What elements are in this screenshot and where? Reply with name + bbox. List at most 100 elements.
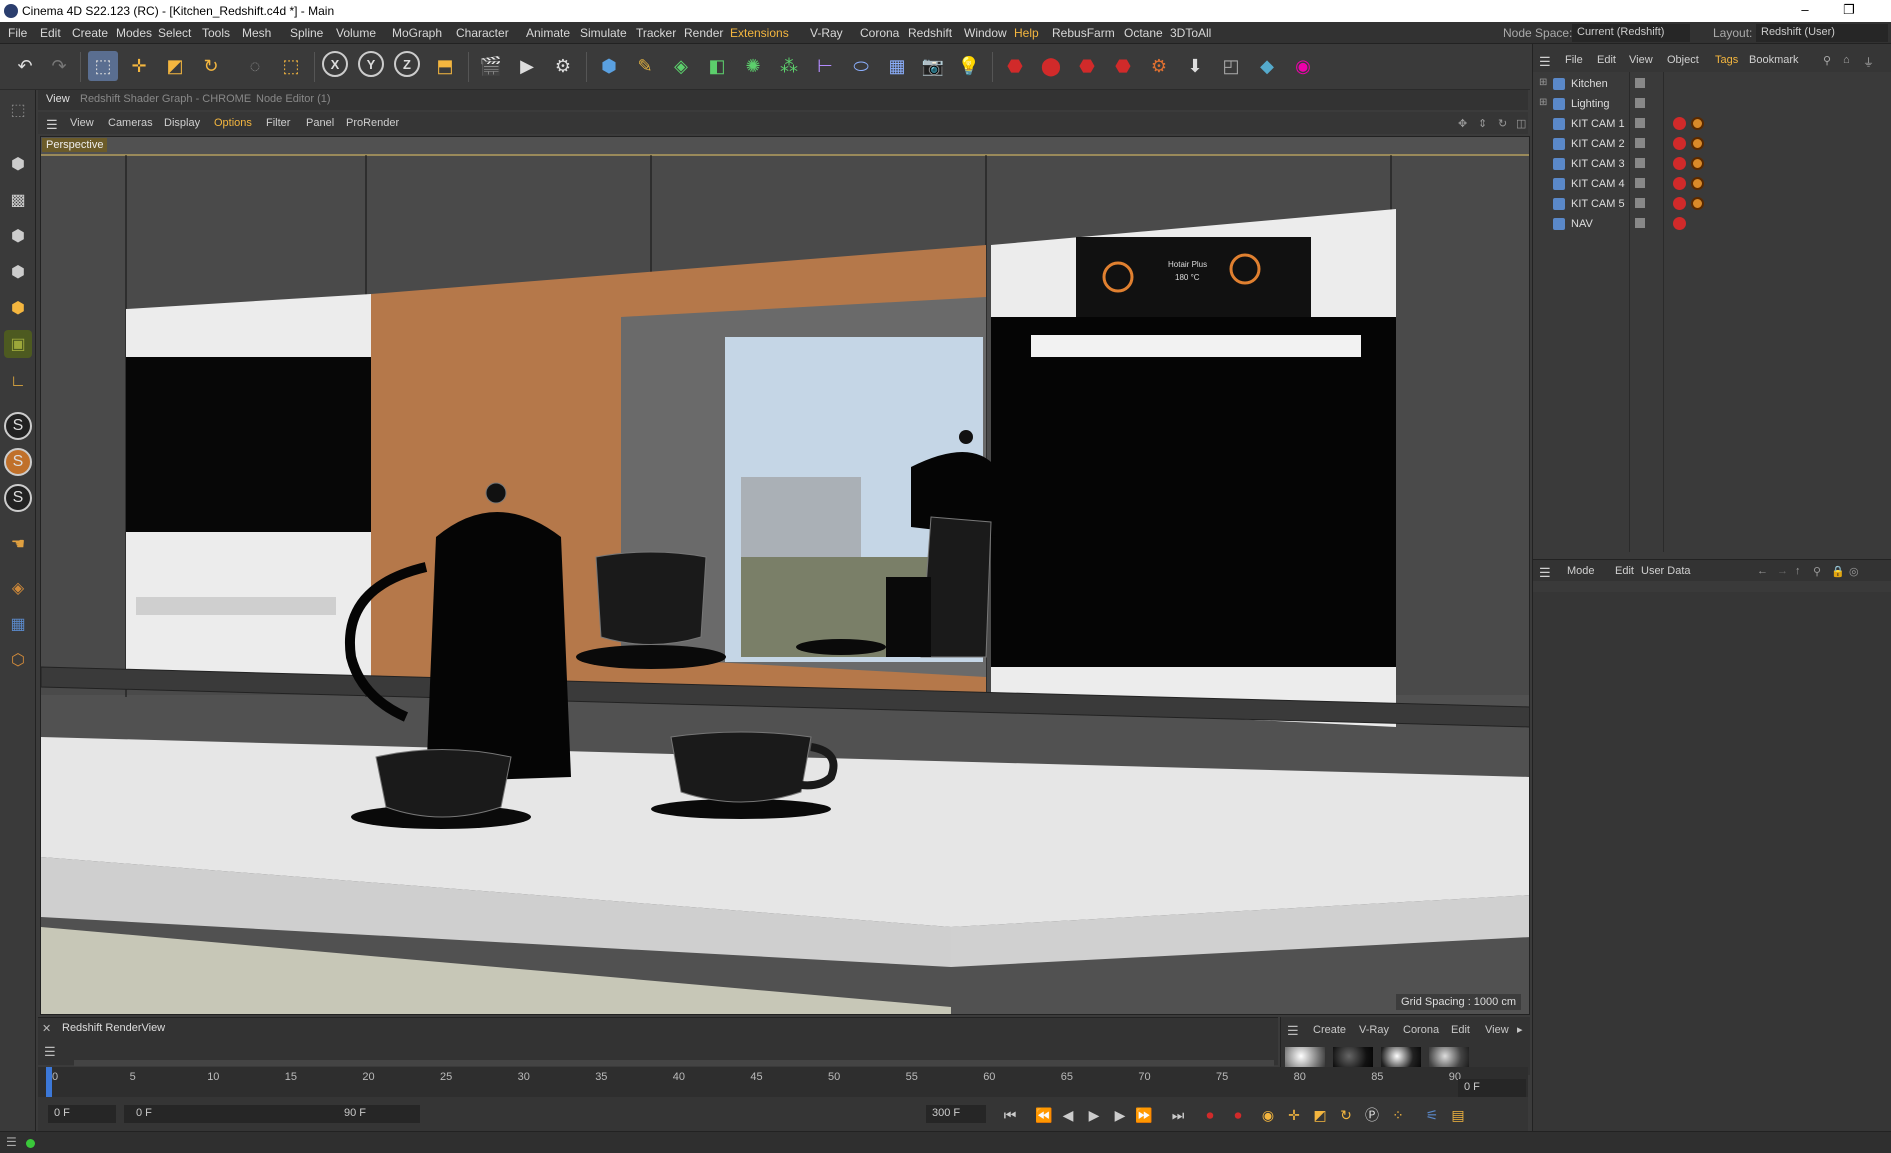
redshift-settings-icon[interactable]: ⚙ [1144,51,1174,81]
mat-menu-create[interactable]: Create [1313,1024,1346,1036]
om-menu-view[interactable]: View [1629,54,1653,66]
protection-tag-icon[interactable] [1691,177,1704,190]
render-region-icon[interactable]: 🎬 [476,51,506,81]
visibility-toggle-icon[interactable] [1635,198,1645,208]
quantize-icon[interactable]: S [4,484,32,512]
visibility-toggle-icon[interactable] [1635,98,1645,108]
render-view-icon[interactable]: ▶ [512,51,542,81]
om-menu-bookmark[interactable]: Bookmark [1749,54,1799,66]
up-arrow-icon[interactable]: ↑ [1795,565,1801,577]
visibility-toggle-icon[interactable] [1635,118,1645,128]
menu-redshift[interactable]: Redshift [908,26,952,40]
move-tool-icon[interactable]: ✛ [124,51,154,81]
points-mode-icon[interactable]: ⬢ [4,222,32,250]
z-axis-lock-icon[interactable]: Z [394,51,420,77]
visibility-toggle-icon[interactable] [1635,218,1645,228]
vp-menu-filter[interactable]: Filter [266,117,290,129]
workplane-icon[interactable]: ◈ [4,574,32,602]
go-to-start-icon[interactable]: ⏮ [1000,1105,1020,1125]
node-space-dropdown[interactable]: Current (Redshift) [1572,24,1690,42]
play-icon[interactable]: ▶ [1084,1105,1104,1125]
menu-mograph[interactable]: MoGraph [392,26,442,40]
protection-tag-icon[interactable] [1691,157,1704,170]
previous-key-icon[interactable]: ⏪ [1034,1105,1054,1125]
redshift-render-icon[interactable]: ⬣ [1000,51,1030,81]
redshift-ipr-icon[interactable]: ⬤ [1036,51,1066,81]
timeline-ruler[interactable]: 0 5 10 15 20 25 30 35 40 45 50 55 60 65 70 75 80 85 90 [38,1067,1528,1097]
field-icon[interactable]: ⬭ [846,51,876,81]
visibility-toggle-icon[interactable] [1635,78,1645,88]
start-frame-field[interactable]: 0 F [48,1105,116,1123]
redshift-camera-tag-icon[interactable] [1673,117,1686,130]
expand-icon[interactable]: ⊞ [1539,77,1547,88]
minimize-button[interactable]: – [1790,2,1820,20]
om-menu-edit[interactable]: Edit [1597,54,1616,66]
mat-menu-view[interactable]: View [1485,1024,1509,1036]
menu-character[interactable]: Character [456,26,509,40]
object-row[interactable]: KIT CAM 1 [1533,114,1891,134]
perspective-viewport[interactable]: Hotair Plus 180 °C Perspective Grid Spac… [40,136,1530,1015]
menu-octane[interactable]: Octane [1124,26,1163,40]
keyframe-selection-icon[interactable]: ◉ [1258,1105,1278,1125]
camera-icon[interactable]: 📷 [918,51,948,81]
mat-menu-corona[interactable]: Corona [1403,1024,1439,1036]
object-row[interactable]: ⊞ Lighting [1533,94,1891,114]
uv-mode-icon[interactable]: ▣ [4,330,32,358]
menu-render[interactable]: Render [684,26,723,40]
menu-extensions[interactable]: Extensions [730,26,789,40]
menu-mesh[interactable]: Mesh [242,26,271,40]
x-axis-lock-icon[interactable]: X [322,51,348,77]
filter-icon[interactable]: ⏚ [1863,54,1874,70]
color-wheel-icon[interactable]: ◉ [1288,51,1318,81]
close-icon[interactable]: ✕ [42,1022,51,1035]
vp-menu-panel[interactable]: Panel [306,117,334,129]
planar-workplane-icon[interactable]: ⬡ [4,646,32,674]
redshift-camera-tag-icon[interactable] [1673,197,1686,210]
interpolation-icon[interactable]: ⚟ [1422,1105,1442,1125]
y-axis-lock-icon[interactable]: Y [358,51,384,77]
back-arrow-icon[interactable]: ← [1757,565,1768,577]
menu-file[interactable]: File [8,26,27,40]
redshift-camera-tag-icon[interactable] [1673,217,1686,230]
download-icon[interactable]: ⬇ [1180,51,1210,81]
live-select-icon[interactable]: ◌ [240,51,270,81]
redshift-camera-tag-icon[interactable] [1673,177,1686,190]
coordinate-system-icon[interactable]: ⬒ [430,51,460,81]
menu-modes[interactable]: Modes [116,26,152,40]
attr-menu-mode[interactable]: Mode [1567,565,1595,577]
pan-view-icon[interactable]: ✥ [1458,117,1467,130]
current-frame-field[interactable]: 0 F [1458,1079,1526,1097]
autokey-icon[interactable]: ⏺ [1228,1105,1248,1125]
tab-view[interactable]: View [46,93,70,105]
om-menu-file[interactable]: File [1565,54,1583,66]
restore-button[interactable]: ❐ [1834,2,1864,20]
attr-menu-edit[interactable]: Edit [1615,565,1634,577]
rotation-key-icon[interactable]: ↻ [1336,1105,1356,1125]
scale-key-icon[interactable]: ◩ [1310,1105,1330,1125]
object-row[interactable]: KIT CAM 5 [1533,194,1891,214]
forward-arrow-icon[interactable]: → [1777,565,1788,577]
object-row[interactable]: NAV [1533,214,1891,234]
om-menu-tags[interactable]: Tags [1715,54,1738,66]
scale-tool-icon[interactable]: ◩ [160,51,190,81]
object-row[interactable]: KIT CAM 4 [1533,174,1891,194]
protection-tag-icon[interactable] [1691,117,1704,130]
hamburger-icon[interactable]: ☰ [1287,1023,1299,1039]
protection-tag-icon[interactable] [1691,137,1704,150]
axis-mode-icon[interactable]: ∟ [4,368,32,396]
home-icon[interactable]: ⌂ [1843,54,1850,66]
visibility-toggle-icon[interactable] [1635,138,1645,148]
light-icon[interactable]: 💡 [954,51,984,81]
menu-corona[interactable]: Corona [860,26,899,40]
model-mode-icon[interactable]: ⬢ [4,150,32,178]
record-icon[interactable]: ⏺ [1200,1105,1220,1125]
om-menu-object[interactable]: Object [1667,54,1699,66]
pen-spline-icon[interactable]: ✎ [630,51,660,81]
tweak-mode-icon[interactable]: ☚ [4,530,32,558]
menu-animate[interactable]: Animate [526,26,570,40]
redshift-camera-tag-icon[interactable] [1673,137,1686,150]
undo-icon[interactable]: ↶ [10,51,40,81]
polygons-mode-icon[interactable]: ⬢ [4,294,32,322]
rotate-tool-icon[interactable]: ↻ [196,51,226,81]
hamburger-icon[interactable]: ☰ [46,117,58,133]
